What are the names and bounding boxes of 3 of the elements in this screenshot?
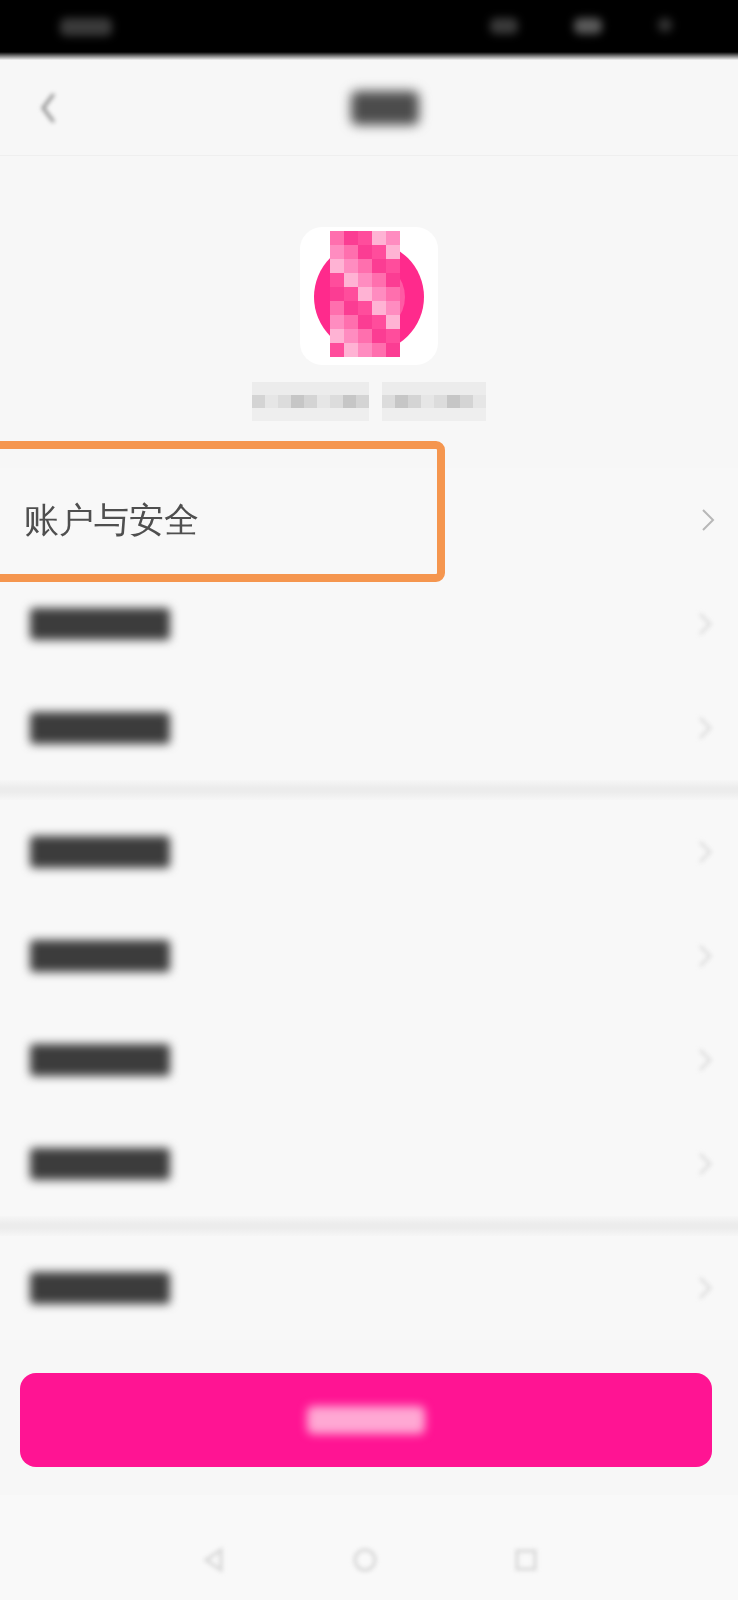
pixelated-logo-icon	[300, 227, 438, 365]
settings-row[interactable]: 账户与安全	[0, 468, 738, 572]
chevron-right-icon	[701, 508, 715, 532]
